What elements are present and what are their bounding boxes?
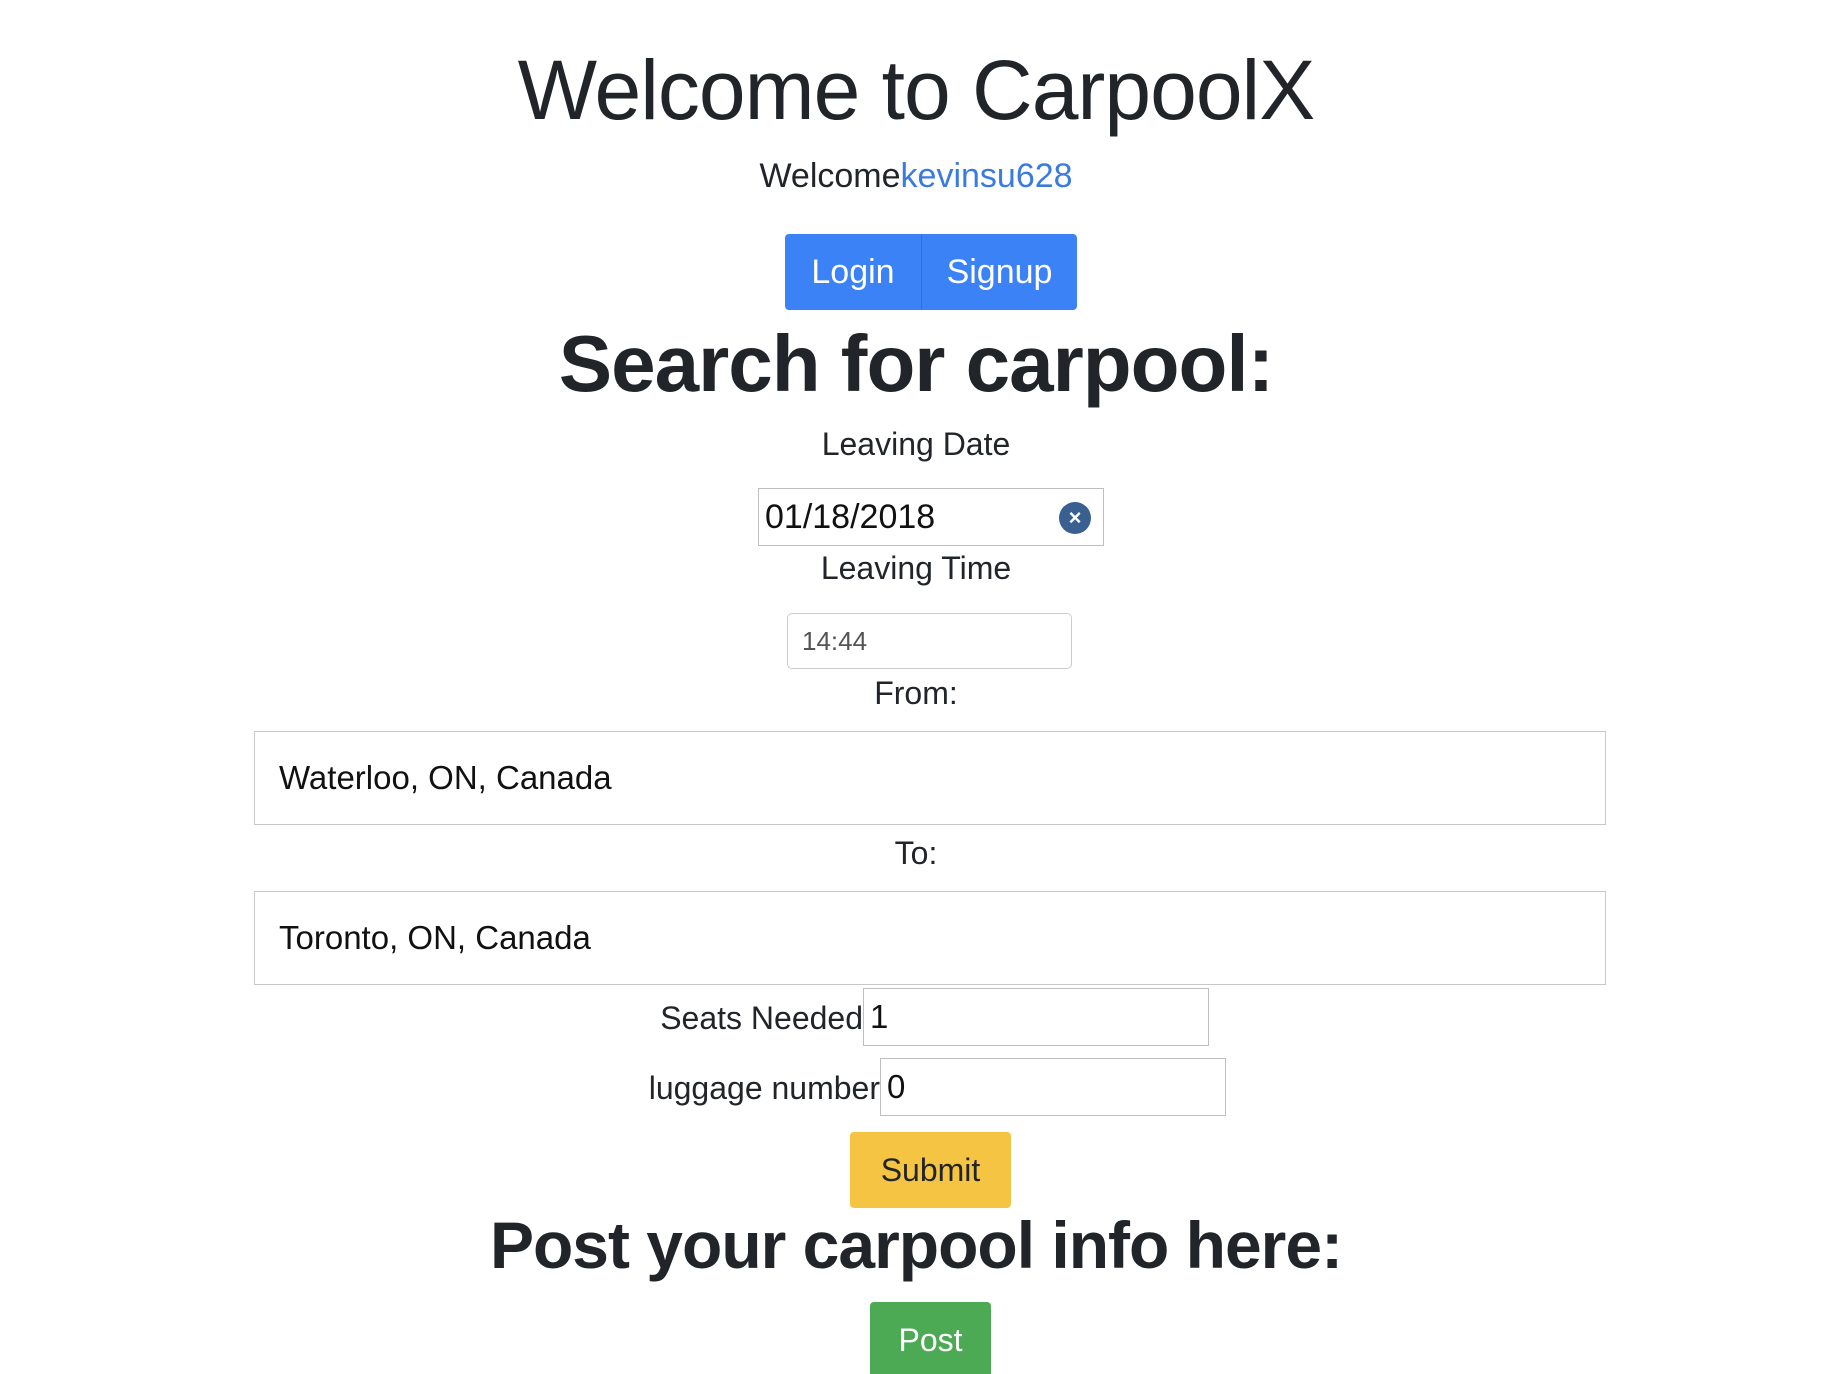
seats-needed-value: 1 xyxy=(870,998,889,1035)
search-heading: Search for carpool: xyxy=(558,319,1275,408)
clear-circle-icon[interactable]: × xyxy=(1059,502,1091,534)
leaving-date-input[interactable]: 01/18/2018 × xyxy=(758,488,1104,546)
submit-button[interactable]: Submit xyxy=(850,1132,1011,1208)
seats-needed-input[interactable]: 1 xyxy=(863,988,1209,1046)
welcome-prefix: Welcome xyxy=(759,157,901,195)
signup-button[interactable]: Signup xyxy=(921,234,1077,310)
from-label: From: xyxy=(874,675,958,711)
page-title: Welcome to CarpoolX xyxy=(517,43,1315,137)
from-input[interactable]: Waterloo, ON, Canada xyxy=(254,731,1606,825)
to-input[interactable]: Toronto, ON, Canada xyxy=(254,891,1606,985)
username-link[interactable]: kevinsu628 xyxy=(901,157,1073,195)
seats-needed-label: Seats Needed xyxy=(660,1000,863,1036)
from-value: Waterloo, ON, Canada xyxy=(279,759,612,796)
leaving-date-label: Leaving Date xyxy=(821,426,1011,462)
to-value: Toronto, ON, Canada xyxy=(279,919,591,956)
leaving-time-label: Leaving Time xyxy=(820,550,1012,586)
login-button[interactable]: Login xyxy=(785,234,921,310)
leaving-date-value: 01/18/2018 xyxy=(765,497,936,536)
luggage-number-input[interactable]: 0 xyxy=(880,1058,1226,1116)
post-heading: Post your carpool info here: xyxy=(489,1208,1343,1282)
post-button[interactable]: Post xyxy=(870,1302,991,1374)
to-label: To: xyxy=(894,835,938,871)
leaving-time-input[interactable]: 14:44 xyxy=(787,613,1072,669)
page: Welcome to CarpoolX Welcomekevinsu628 Lo… xyxy=(0,0,1832,1374)
luggage-number-value: 0 xyxy=(887,1068,906,1105)
leaving-time-value: 14:44 xyxy=(802,625,868,656)
luggage-number-label: luggage number xyxy=(648,1070,880,1106)
welcome-line: Welcomekevinsu628 xyxy=(0,156,1832,196)
